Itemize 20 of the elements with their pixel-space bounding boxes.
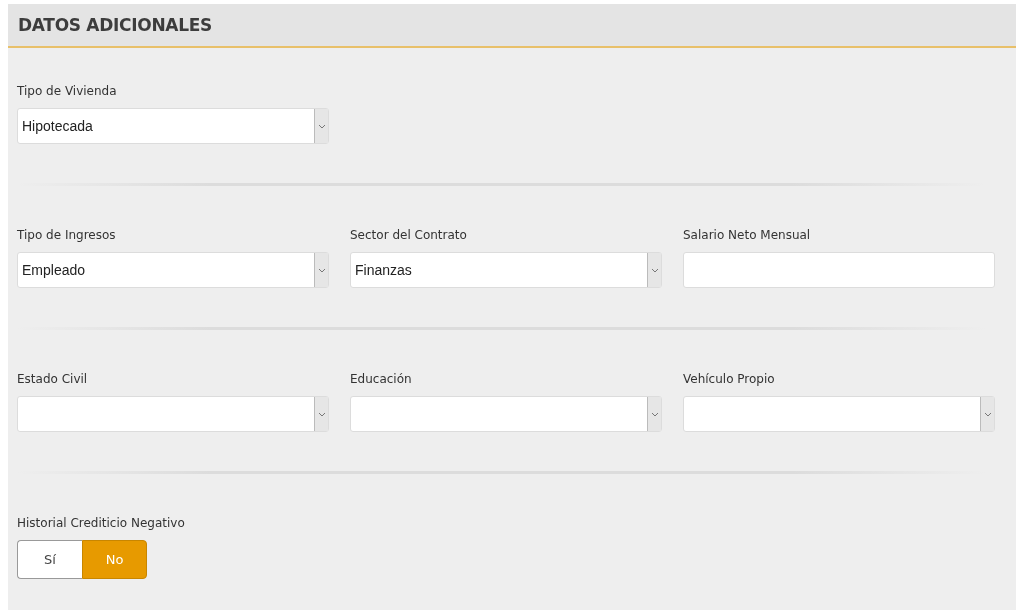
input-field[interactable] — [683, 252, 995, 288]
select-field[interactable] — [350, 396, 662, 432]
select-field[interactable] — [683, 396, 995, 432]
field-label: Historial Crediticio Negativo — [17, 516, 186, 531]
field-label: Educación — [350, 372, 413, 387]
section-title: DATOS ADICIONALES — [18, 15, 212, 35]
select-value: Hipotecada — [21, 118, 93, 134]
select-value: Finanzas — [354, 262, 412, 278]
toggle-option[interactable]: Sí — [17, 540, 82, 579]
field-label: Salario Neto Mensual — [683, 228, 812, 243]
select-field[interactable] — [17, 396, 329, 432]
field-label: Tipo de Ingresos — [17, 228, 117, 243]
field-label: Vehículo Propio — [683, 372, 776, 387]
field-label: Sector del Contrato — [350, 228, 468, 243]
field-label: Tipo de Vivienda — [17, 84, 118, 99]
select-field[interactable]: Empleado — [17, 252, 329, 288]
field-label: Estado Civil — [17, 372, 89, 387]
select-value: Empleado — [21, 262, 86, 278]
select-field[interactable]: Finanzas — [350, 252, 662, 288]
select-field[interactable]: Hipotecada — [17, 108, 329, 144]
